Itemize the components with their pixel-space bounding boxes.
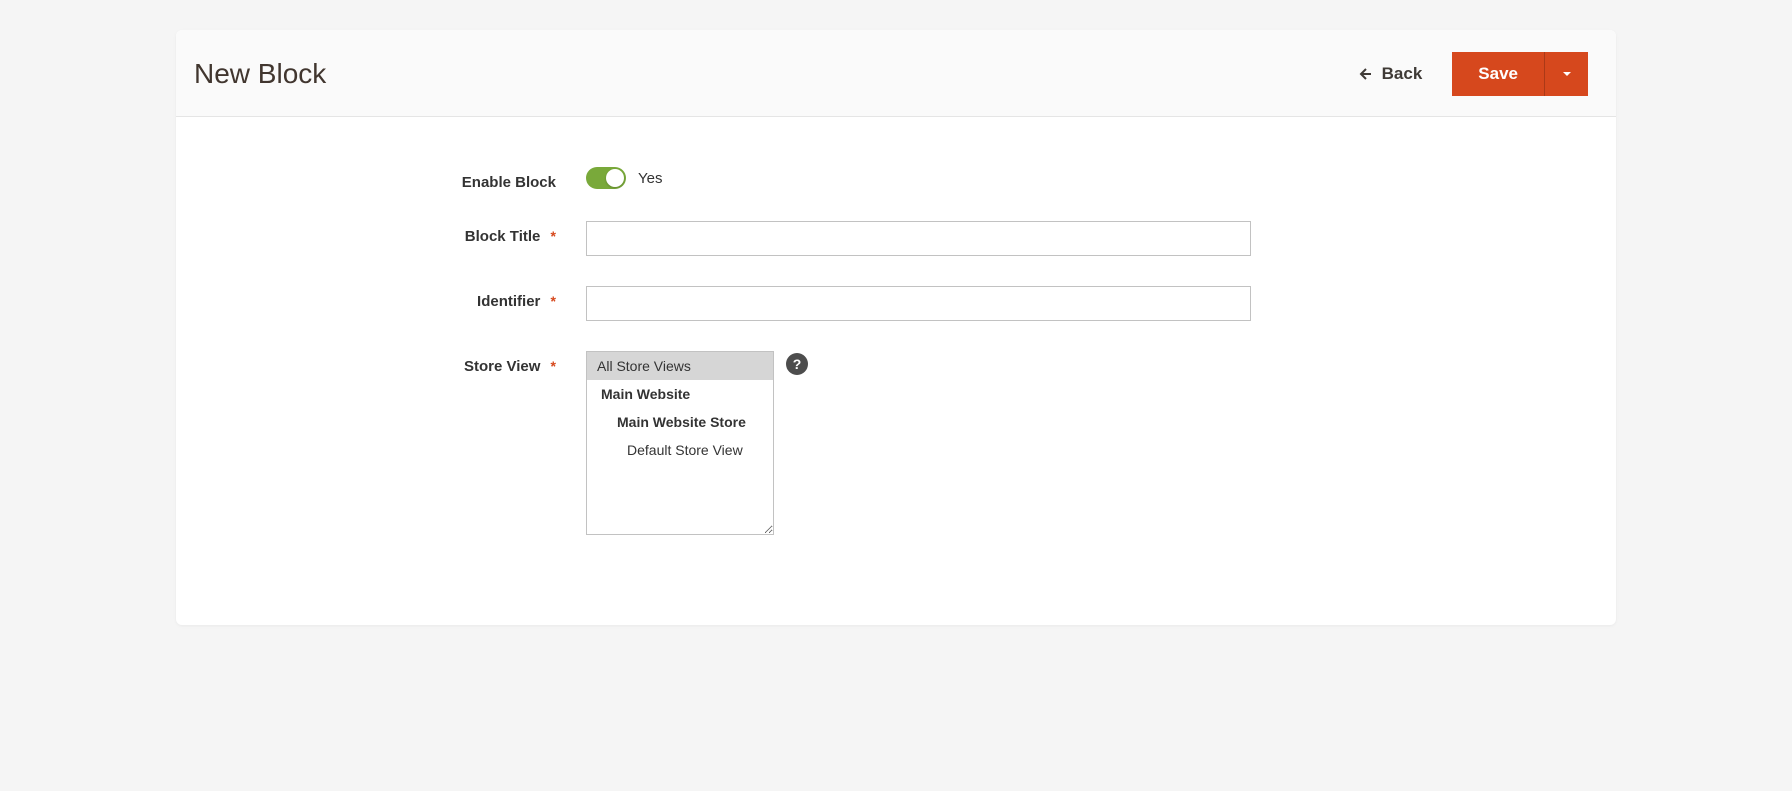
enable-block-toggle[interactable]: [586, 167, 626, 189]
back-button-label: Back: [1382, 64, 1423, 84]
block-title-input[interactable]: [586, 221, 1251, 256]
store-option-all[interactable]: All Store Views: [587, 352, 773, 380]
required-star: *: [551, 293, 556, 309]
store-option-default-store-view[interactable]: Default Store View: [587, 436, 773, 464]
required-star: *: [551, 358, 556, 374]
save-button[interactable]: Save: [1452, 52, 1544, 96]
identifier-row: Identifier *: [216, 286, 1576, 321]
store-view-row: Store View * All Store Views Main Websit…: [216, 351, 1576, 535]
save-button-group: Save: [1452, 52, 1588, 96]
back-button[interactable]: Back: [1346, 58, 1433, 90]
store-view-select[interactable]: All Store Views Main Website Main Websit…: [586, 351, 774, 535]
enable-block-label: Enable Block: [216, 167, 586, 191]
identifier-label: Identifier *: [216, 286, 586, 310]
store-option-main-website[interactable]: Main Website: [587, 380, 773, 408]
store-view-label: Store View *: [216, 351, 586, 375]
help-icon[interactable]: ?: [786, 353, 808, 375]
new-block-panel: New Block Back Save: [176, 30, 1616, 625]
block-title-label: Block Title *: [216, 221, 586, 245]
enable-block-value: Yes: [638, 170, 662, 187]
arrow-left-icon: [1356, 66, 1372, 82]
panel-header: New Block Back Save: [176, 30, 1616, 117]
page-title: New Block: [194, 58, 326, 90]
block-title-row: Block Title *: [216, 221, 1576, 256]
header-actions: Back Save: [1346, 52, 1588, 96]
toggle-knob: [606, 169, 624, 187]
store-option-main-website-store[interactable]: Main Website Store: [587, 408, 773, 436]
save-dropdown-button[interactable]: [1544, 52, 1588, 96]
required-star: *: [551, 228, 556, 244]
identifier-input[interactable]: [586, 286, 1251, 321]
chevron-down-icon: [1562, 67, 1572, 82]
enable-block-row: Enable Block Yes: [216, 167, 1576, 191]
form-area: Enable Block Yes Block Title * Identifie…: [176, 117, 1616, 625]
